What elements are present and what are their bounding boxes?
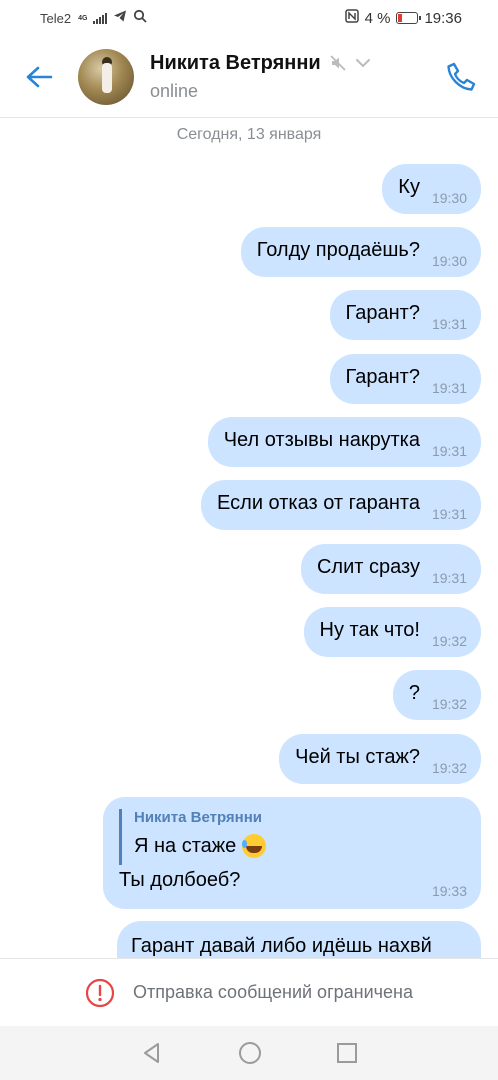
quote-author: Никита Ветрянни [134,809,263,826]
message-time: 19:31 [431,316,467,332]
reply-message-bubble[interactable]: Никита Ветрянни Я на стаже Ты долбоеб? 1… [103,797,481,909]
message-bubble[interactable]: Ну так что! 19:32 [303,607,481,657]
status-left: Tele2 4G [40,9,148,27]
telegram-icon [113,9,127,27]
message-bubble[interactable]: Ку 19:30 [382,164,481,214]
nav-home-icon[interactable] [238,1041,262,1065]
message-time: 19:32 [431,760,467,776]
nav-recents-icon[interactable] [336,1042,358,1064]
phone-icon [447,62,476,91]
message-time: 19:31 [431,380,467,396]
battery-icon [396,12,422,24]
carrier-label: Tele2 [40,10,72,26]
message-time: 19:30 [431,253,467,269]
message-text: Ты долбоеб? [119,869,241,891]
message-time: 19:30 [431,190,467,206]
quote-text: Я на стаже [134,834,237,857]
call-button[interactable] [424,36,498,118]
contact-status: online [150,80,199,101]
status-bar: Tele2 4G 4 % 19:36 [0,0,498,36]
nav-back-icon[interactable] [140,1041,164,1065]
status-right: 4 % 19:36 [344,9,462,27]
message-text: Чей ты стаж? [295,745,420,768]
date-separator: Сегодня, 13 января [176,126,322,143]
message-text: Ку [398,175,420,198]
message-bubble[interactable]: Чей ты стаж? 19:32 [279,734,481,784]
battery-percent: 4 % [364,9,391,27]
contact-name: Никита Ветрянни [150,51,321,74]
signal-icon [93,12,108,24]
message-text: Гарант давай либо идёшь нахвй [131,935,432,957]
back-arrow-icon [26,66,53,87]
back-button[interactable] [0,36,78,118]
message-text: Гарант? [345,301,420,324]
search-icon [133,9,148,27]
contact-info[interactable]: Никита Ветрянни online [150,52,424,102]
restriction-text: Отправка сообщений ограничена [133,982,413,1002]
message-text: Гарант? [345,365,420,388]
quoted-message[interactable]: Никита Ветрянни Я на стаже [119,809,267,865]
message-time: 19:31 [431,443,467,459]
message-list[interactable]: Сегодня, 13 января Ку 19:30 Голду продаё… [0,118,498,958]
nfc-icon [344,9,359,27]
message-text: Голду продаёшь? [256,238,420,261]
network-label: 4G [78,14,88,22]
message-bubble[interactable]: Чел отзывы накрутка 19:31 [207,417,481,467]
clock: 19:36 [424,9,462,27]
message-text: Если отказ от гаранта [217,491,420,514]
message-text: ? [408,681,420,704]
message-bubble[interactable]: ? 19:32 [392,670,481,720]
muted-icon [330,55,346,71]
message-bubble[interactable]: Слит сразу 19:31 [300,544,481,594]
message-text: Слит сразу [316,555,420,578]
chat-header: Никита Ветрянни online [0,36,498,118]
avatar[interactable] [78,48,134,105]
message-time: 19:31 [431,570,467,586]
message-bubble[interactable]: Гарант? 19:31 [329,290,481,340]
message-bubble[interactable]: Голду продаёшь? 19:30 [240,227,481,277]
message-bubble[interactable]: Гарант давай либо идёшь нахвй [117,921,481,958]
message-text: Чел отзывы накрутка [223,428,420,451]
message-time: 19:32 [431,633,467,649]
message-time: 19:33 [431,883,467,899]
message-bubble[interactable]: Гарант? 19:31 [329,354,481,404]
system-nav-bar [0,1026,498,1080]
restriction-notice: Отправка сообщений ограничена [0,958,498,1026]
chat-screen: Tele2 4G 4 % 19:36 Никита Ветрянни onlin… [0,0,498,1080]
laughing-emoji-icon [242,834,267,858]
message-time: 19:31 [431,506,467,522]
chevron-down-icon[interactable] [355,57,371,69]
message-time: 19:32 [431,696,467,712]
warning-icon [85,978,115,1007]
message-text: Ну так что! [319,618,420,641]
quote-text-row: Я на стаже [134,834,267,858]
message-bubble[interactable]: Если отказ от гаранта 19:31 [201,480,481,530]
